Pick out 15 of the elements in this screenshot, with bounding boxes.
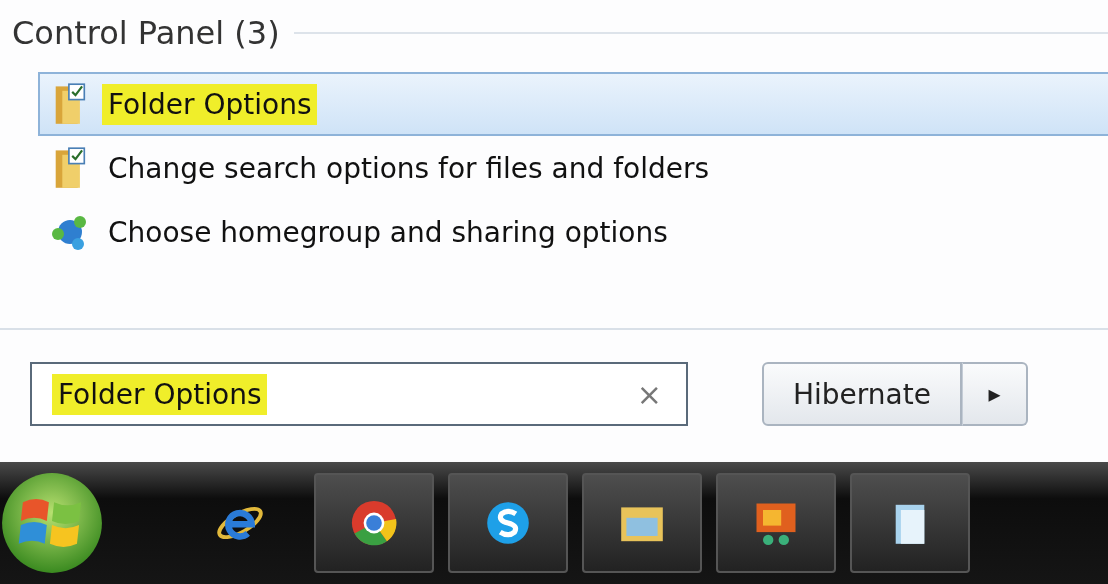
taskbar-button[interactable] [716,473,836,573]
search-field[interactable]: Folder Options × [30,362,688,426]
hibernate-button[interactable]: Hibernate [762,362,962,426]
search-result[interactable]: Change search options for files and folders [38,136,1108,200]
taskbar-button[interactable] [850,473,970,573]
start-button[interactable] [0,471,104,575]
taskbar-button[interactable] [582,473,702,573]
search-result[interactable]: Folder Options [38,72,1108,136]
search-text: Folder Options [52,373,268,415]
section-heading: Control Panel (3) [12,14,280,52]
taskbar-button[interactable] [448,473,568,573]
search-result[interactable]: Choose homegroup and sharing options [38,200,1108,264]
taskbar-button[interactable] [314,473,434,573]
power-options-button[interactable]: ▸ [962,362,1028,426]
clear-button[interactable]: × [636,376,662,412]
